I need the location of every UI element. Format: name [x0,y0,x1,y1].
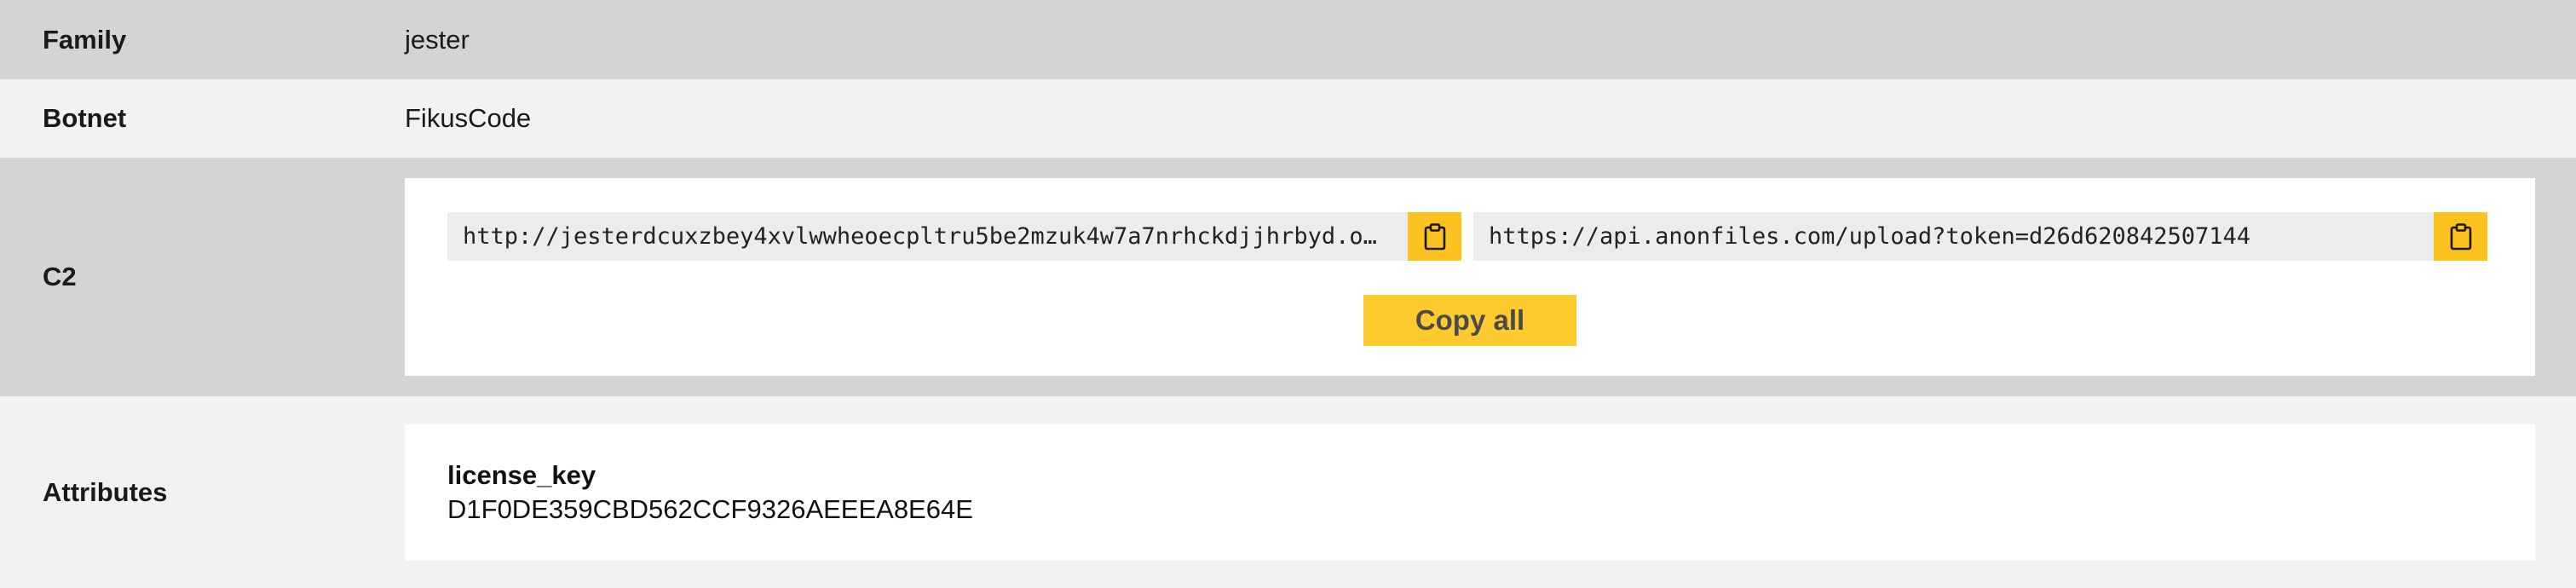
attribute-key: license_key [447,459,596,490]
c2-row: C2 http://jesterdcuxzbey4xvlwwheoecpltru… [0,158,2576,396]
c2-url-text[interactable]: https://api.anonfiles.com/upload?token=d… [1473,212,2434,261]
copy-all-button[interactable]: Copy all [1363,295,1576,346]
attribute-value[interactable]: D1F0DE359CBD562CCF9326AEEEA8E64E [447,493,2492,527]
family-row: Family jester [0,0,2576,79]
attributes-card: license_key D1F0DE359CBD562CCF9326AEEEA8… [405,424,2535,561]
c2-url-list: http://jesterdcuxzbey4xvlwwheoecpltru5be… [447,212,2492,261]
botnet-label: Botnet [43,103,127,133]
botnet-row: Botnet FikusCode [0,79,2576,158]
clipboard-icon [2450,222,2471,250]
attributes-label: Attributes [43,476,168,507]
botnet-value: FikusCode [405,103,532,133]
attributes-row: Attributes license_key D1F0DE359CBD562CC… [0,396,2576,588]
c2-url-text[interactable]: http://jesterdcuxzbey4xvlwwheoecpltru5be… [447,212,1408,261]
details-table: Family jester Botnet FikusCode C2 http:/… [0,0,2576,588]
family-label: Family [43,24,127,55]
copy-all-wrapper: Copy all [447,295,2492,346]
clipboard-icon [1424,222,1445,250]
family-value: jester [405,24,470,55]
c2-url-item: http://jesterdcuxzbey4xvlwwheoecpltru5be… [447,212,1461,261]
copy-url-button[interactable] [1408,212,1461,261]
c2-label: C2 [43,262,77,291]
copy-url-button[interactable] [2434,212,2487,261]
c2-card: http://jesterdcuxzbey4xvlwwheoecpltru5be… [405,178,2535,376]
c2-url-item: https://api.anonfiles.com/upload?token=d… [1473,212,2487,261]
